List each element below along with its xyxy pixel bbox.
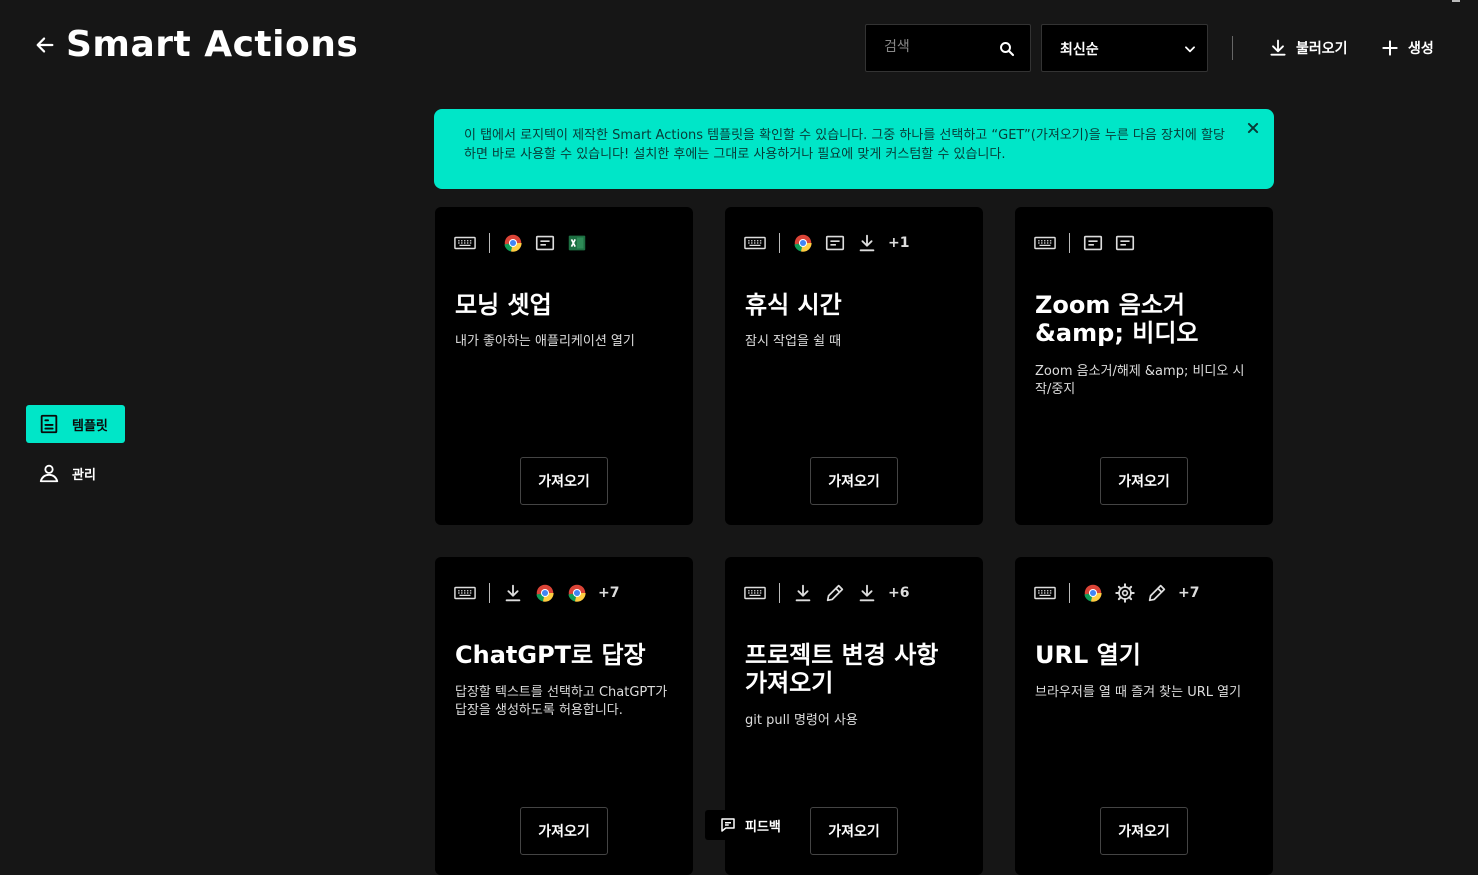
keyboard-icon <box>454 586 476 600</box>
card-description: 내가 좋아하는 애플리케이션 열기 <box>455 334 635 349</box>
card-description: 잠시 작업을 쉴 때 <box>745 334 842 349</box>
get-button[interactable]: 가져오기 <box>810 457 898 505</box>
create-button[interactable]: 생성 <box>1380 36 1434 60</box>
get-button[interactable]: 가져오기 <box>810 807 898 855</box>
keyboard-icon <box>1034 586 1056 600</box>
sidebar-item-manage[interactable]: 관리 <box>26 454 125 492</box>
search-icon[interactable] <box>998 40 1016 58</box>
more-actions-count: +6 <box>888 585 910 601</box>
keyboard-icon <box>744 236 766 250</box>
gear-icon <box>1115 583 1135 603</box>
download-icon <box>1270 39 1286 56</box>
card-title: 모닝 셋업 <box>455 291 552 319</box>
text-icon <box>825 235 845 251</box>
more-actions-count: +1 <box>888 235 910 251</box>
header-divider <box>1232 36 1233 60</box>
keyboard-icon <box>454 236 476 250</box>
banner-text: 이 탭에서 로지텍이 제작한 Smart Actions 템플릿을 확인할 수 … <box>464 128 1225 162</box>
feedback-button[interactable]: 피드백 <box>705 810 809 840</box>
action-icons: +1 <box>743 231 909 255</box>
chrome-icon <box>504 234 522 252</box>
card-title: 휴식 시간 <box>745 291 842 319</box>
chrome-icon <box>568 584 586 602</box>
text-icon <box>1115 235 1135 251</box>
get-button[interactable]: 가져오기 <box>520 807 608 855</box>
template-card[interactable]: +7 URL 열기 브라우저를 열 때 즐겨 찾는 URL 열기 가져오기 <box>1015 557 1273 875</box>
action-icons: +7 <box>1033 581 1199 605</box>
card-description: 브라우저를 열 때 즐겨 찾는 URL 열기 <box>1035 685 1242 700</box>
window-minimize-mark[interactable] <box>1452 0 1460 2</box>
card-description: 답장할 텍스트를 선택하고 ChatGPT가 답장을 생성하도록 허용합니다. <box>455 685 668 718</box>
info-banner: 이 탭에서 로지텍이 제작한 Smart Actions 템플릿을 확인할 수 … <box>434 109 1274 189</box>
icon-separator <box>779 583 780 603</box>
card-description: Zoom 음소거/해제 &amp; 비디오 시작/중지 <box>1035 364 1245 397</box>
sidebar-item-templates[interactable]: 템플릿 <box>26 405 125 443</box>
text-icon <box>535 235 555 251</box>
create-label: 생성 <box>1408 41 1434 57</box>
feedback-icon <box>721 818 735 832</box>
user-icon <box>39 464 59 483</box>
plus-icon <box>1382 40 1398 56</box>
card-title: Zoom 음소거 &amp; 비디오 <box>1035 291 1199 347</box>
page-title: Smart Actions <box>66 24 359 65</box>
chevron-down-icon <box>1185 46 1195 53</box>
pencil-icon <box>1148 584 1166 602</box>
download-icon <box>859 584 875 602</box>
search-box[interactable] <box>865 24 1031 72</box>
chrome-icon <box>536 584 554 602</box>
download-icon <box>859 234 875 252</box>
excel-icon <box>568 235 586 251</box>
download-icon <box>795 584 811 602</box>
get-button[interactable]: 가져오기 <box>1100 807 1188 855</box>
action-icons: +6 <box>743 581 909 605</box>
more-actions-count: +7 <box>1178 585 1200 601</box>
icon-separator <box>779 233 780 253</box>
card-title: ChatGPT로 답장 <box>455 641 646 669</box>
more-actions-count: +7 <box>598 585 620 601</box>
card-title: 프로젝트 변경 사항 가져오기 <box>745 641 939 697</box>
chrome-icon <box>1084 584 1102 602</box>
card-description: git pull 명령어 사용 <box>745 713 858 728</box>
template-card[interactable]: 모닝 셋업 내가 좋아하는 애플리케이션 열기 가져오기 <box>435 207 693 525</box>
action-icons <box>453 231 588 255</box>
get-button[interactable]: 가져오기 <box>1100 457 1188 505</box>
sidebar-item-label: 관리 <box>72 467 96 483</box>
pencil-icon <box>826 584 844 602</box>
action-icons: +7 <box>453 581 619 605</box>
card-title: URL 열기 <box>1035 641 1141 669</box>
keyboard-icon <box>1034 236 1056 250</box>
feedback-label: 피드백 <box>745 819 781 835</box>
search-input[interactable] <box>882 35 996 59</box>
action-icons <box>1033 231 1136 255</box>
icon-separator <box>1069 233 1070 253</box>
chrome-icon <box>794 234 812 252</box>
import-label: 불러오기 <box>1296 41 1348 57</box>
sort-label: 최신순 <box>1060 42 1099 58</box>
icon-separator <box>1069 583 1070 603</box>
text-icon <box>1083 235 1103 251</box>
template-card[interactable]: +1 휴식 시간 잠시 작업을 쉴 때 가져오기 <box>725 207 983 525</box>
get-button[interactable]: 가져오기 <box>520 457 608 505</box>
close-icon[interactable] <box>1246 121 1260 135</box>
download-icon <box>505 584 521 602</box>
import-button[interactable]: 불러오기 <box>1268 36 1348 60</box>
template-icon <box>40 414 58 434</box>
keyboard-icon <box>744 586 766 600</box>
template-card[interactable]: +7 ChatGPT로 답장 답장할 텍스트를 선택하고 ChatGPT가 답장… <box>435 557 693 875</box>
back-arrow-icon[interactable] <box>34 33 56 57</box>
template-card[interactable]: Zoom 음소거 &amp; 비디오 Zoom 음소거/해제 &amp; 비디오… <box>1015 207 1273 525</box>
icon-separator <box>489 233 490 253</box>
icon-separator <box>489 583 490 603</box>
sidebar-item-label: 템플릿 <box>72 418 108 434</box>
sort-dropdown[interactable]: 최신순 <box>1041 24 1208 72</box>
